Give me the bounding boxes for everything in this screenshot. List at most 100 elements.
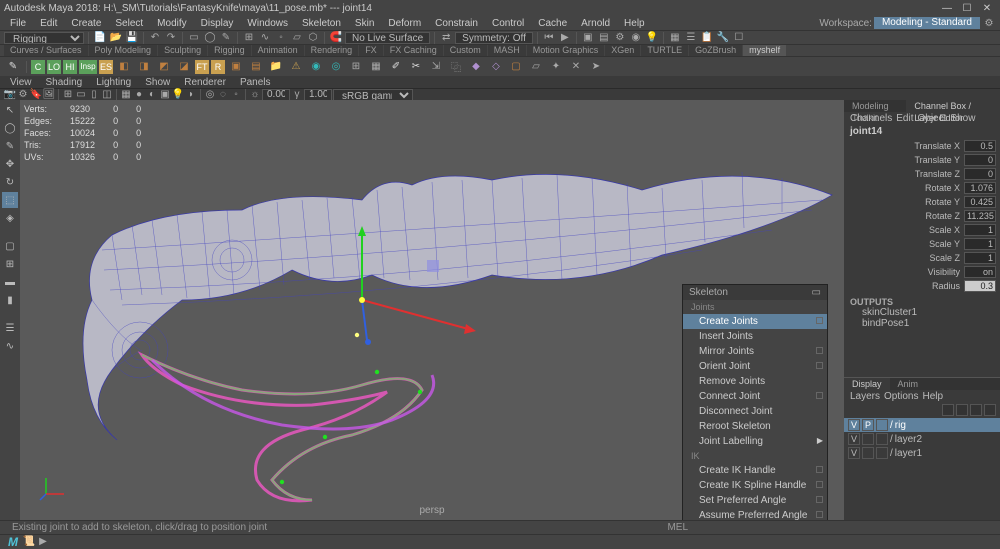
shelf-pen-icon[interactable]: ✐ xyxy=(387,58,405,76)
lasso-tool[interactable]: ◯ xyxy=(2,120,18,136)
menu-item-create-ik-handle[interactable]: Create IK Handle xyxy=(683,463,827,478)
tab-modeling-toolkit[interactable]: Modeling Toolkit xyxy=(844,100,906,112)
flat-shade-icon[interactable]: ◐ xyxy=(146,89,158,101)
shelf-layout-icon[interactable]: ▦ xyxy=(367,58,385,76)
wireframe-icon[interactable]: ▦ xyxy=(120,89,132,101)
menu-item-disconnect-joint[interactable]: Disconnect Joint xyxy=(683,404,827,419)
symmetry-icon[interactable]: ⇄ xyxy=(439,31,453,45)
menu-item-set-preferred-angle[interactable]: Set Preferred Angle xyxy=(683,493,827,508)
panel-menu-view[interactable]: View xyxy=(4,77,38,88)
shelf-arrow-icon[interactable]: ➤ xyxy=(587,58,605,76)
shelf-tab-poly-modeling[interactable]: Poly Modeling xyxy=(89,45,158,56)
shelf-sphere-2-icon[interactable]: ◎ xyxy=(327,58,345,76)
layer-menu-layers[interactable]: Layers xyxy=(850,391,880,402)
panel-menu-renderer[interactable]: Renderer xyxy=(178,77,232,88)
shelf-warn-icon[interactable]: ⚠ xyxy=(287,58,305,76)
shelf-tool-1-icon[interactable]: ▣ xyxy=(227,58,245,76)
grid-toggle-icon[interactable]: ⊞ xyxy=(62,89,74,101)
shelf-dup-icon[interactable]: ⿻ xyxy=(447,58,465,76)
shelf-cube-b-icon[interactable]: ◨ xyxy=(135,58,153,76)
symmetry-label[interactable]: Symmetry: Off xyxy=(455,32,533,44)
layer-move-up-icon[interactable] xyxy=(942,404,954,416)
shelf-cube-a-icon[interactable]: ◧ xyxy=(115,58,133,76)
shelf-mat-1-icon[interactable]: ◆ xyxy=(467,58,485,76)
layout-four[interactable]: ⊞ xyxy=(2,256,18,272)
shelf-tab-xgen[interactable]: XGen xyxy=(605,45,640,56)
shelf-sub-lo[interactable]: LO xyxy=(47,60,61,74)
layer-type-toggle[interactable] xyxy=(876,447,888,459)
open-scene-icon[interactable]: 📂 xyxy=(109,31,123,45)
shelf-tab-myshelf[interactable]: myshelf xyxy=(743,45,786,56)
shelf-del-icon[interactable]: ✕ xyxy=(567,58,585,76)
last-tool[interactable]: ◈ xyxy=(2,210,18,226)
menu-item-reroot-skeleton[interactable]: Reroot Skeleton xyxy=(683,419,827,434)
panel-menu-panels[interactable]: Panels xyxy=(234,77,277,88)
attr-translate-y[interactable]: Translate Y0 xyxy=(848,153,996,167)
save-scene-icon[interactable]: 💾 xyxy=(125,31,139,45)
shelf-tab-turtle[interactable]: TURTLE xyxy=(641,45,688,56)
layout-two-h[interactable]: ▬ xyxy=(2,274,18,290)
xray-icon[interactable]: ◌ xyxy=(217,89,229,101)
layer-menu-options[interactable]: Options xyxy=(884,391,918,402)
workspace-gear-icon[interactable]: ⚙ xyxy=(982,16,996,30)
layer-playback-toggle[interactable] xyxy=(862,433,874,445)
image-plane-icon[interactable]: 🖼 xyxy=(43,89,55,101)
menu-control[interactable]: Control xyxy=(486,18,530,29)
menu-constrain[interactable]: Constrain xyxy=(429,18,484,29)
layer-move-down-icon[interactable] xyxy=(956,404,968,416)
toggle-outliner-icon[interactable]: ☰ xyxy=(684,31,698,45)
panel-menu-show[interactable]: Show xyxy=(139,77,176,88)
redo-icon[interactable]: ↷ xyxy=(164,31,178,45)
new-scene-icon[interactable]: 📄 xyxy=(93,31,107,45)
shelf-tab-motion-graphics[interactable]: Motion Graphics xyxy=(527,45,605,56)
menu-item-create-joints[interactable]: Create Joints xyxy=(683,314,827,329)
snap-curve-icon[interactable]: ∿ xyxy=(258,31,272,45)
live-surface-label[interactable]: No Live Surface xyxy=(345,32,430,44)
shelf-tab-fx-caching[interactable]: FX Caching xyxy=(384,45,443,56)
attr-rotate-z[interactable]: Rotate Z11.235 xyxy=(848,209,996,223)
lights-icon[interactable]: 💡 xyxy=(172,89,184,101)
gate-mask-icon[interactable]: ◫ xyxy=(101,89,113,101)
menu-item-remove-joints[interactable]: Remove Joints xyxy=(683,374,827,389)
menu-create[interactable]: Create xyxy=(65,18,107,29)
attr-rotate-x[interactable]: Rotate X1.076 xyxy=(848,181,996,195)
select-camera-icon[interactable]: 📷 xyxy=(4,89,16,101)
maximize-button[interactable]: ☐ xyxy=(958,1,976,15)
ipr-icon[interactable]: ▤ xyxy=(597,31,611,45)
shelf-tab-rendering[interactable]: Rendering xyxy=(305,45,359,56)
channel-menu-edit[interactable]: Edit xyxy=(896,113,913,124)
render-settings-icon[interactable]: ⚙ xyxy=(613,31,627,45)
exposure-input[interactable] xyxy=(262,89,290,101)
shelf-sub-hi[interactable]: HI xyxy=(63,60,77,74)
render-icon[interactable]: ▣ xyxy=(581,31,595,45)
shelf-sub-c[interactable]: C xyxy=(31,60,45,74)
command-line-label[interactable]: MEL xyxy=(659,522,696,533)
menu-file[interactable]: File xyxy=(4,18,32,29)
camera-settings-icon[interactable]: ⚙ xyxy=(17,89,29,101)
go-start-icon[interactable]: ⏮ xyxy=(542,31,556,45)
paint-select-icon[interactable]: ✎ xyxy=(219,31,233,45)
magnet-icon[interactable]: 🧲 xyxy=(329,31,343,45)
layout-single[interactable]: ▢ xyxy=(2,238,18,254)
layer-vis-toggle[interactable]: V xyxy=(848,419,860,431)
menu-display[interactable]: Display xyxy=(195,18,240,29)
shelf-tab-gozbrush[interactable]: GoZBrush xyxy=(689,45,742,56)
menu-edit[interactable]: Edit xyxy=(34,18,63,29)
close-button[interactable]: ✕ xyxy=(978,1,996,15)
viewport[interactable]: Verts:923000Edges:1522200Faces:1002400Tr… xyxy=(20,100,844,520)
menu-item-assume-preferred-angle[interactable]: Assume Preferred Angle xyxy=(683,508,827,520)
toggle-channel-icon[interactable]: ☐ xyxy=(732,31,746,45)
menu-collapse-icon[interactable]: ▭ xyxy=(812,287,821,298)
attr-translate-x[interactable]: Translate X0.5 xyxy=(848,139,996,153)
shelf-tab-sculpting[interactable]: Sculpting xyxy=(158,45,207,56)
skeleton-menu-title[interactable]: Skeleton▭ xyxy=(683,285,827,300)
menu-cache[interactable]: Cache xyxy=(532,18,573,29)
shelf-tab-animation[interactable]: Animation xyxy=(252,45,304,56)
shelf-tab-rigging[interactable]: Rigging xyxy=(208,45,251,56)
shelf-xform-icon[interactable]: ✦ xyxy=(547,58,565,76)
shelf-tab-custom[interactable]: Custom xyxy=(444,45,487,56)
shelf-folder-icon[interactable]: 📁 xyxy=(267,58,285,76)
shelf-tab-fx[interactable]: FX xyxy=(359,45,383,56)
shelf-brush-icon[interactable]: ✎ xyxy=(4,58,22,76)
menu-deform[interactable]: Deform xyxy=(382,18,427,29)
